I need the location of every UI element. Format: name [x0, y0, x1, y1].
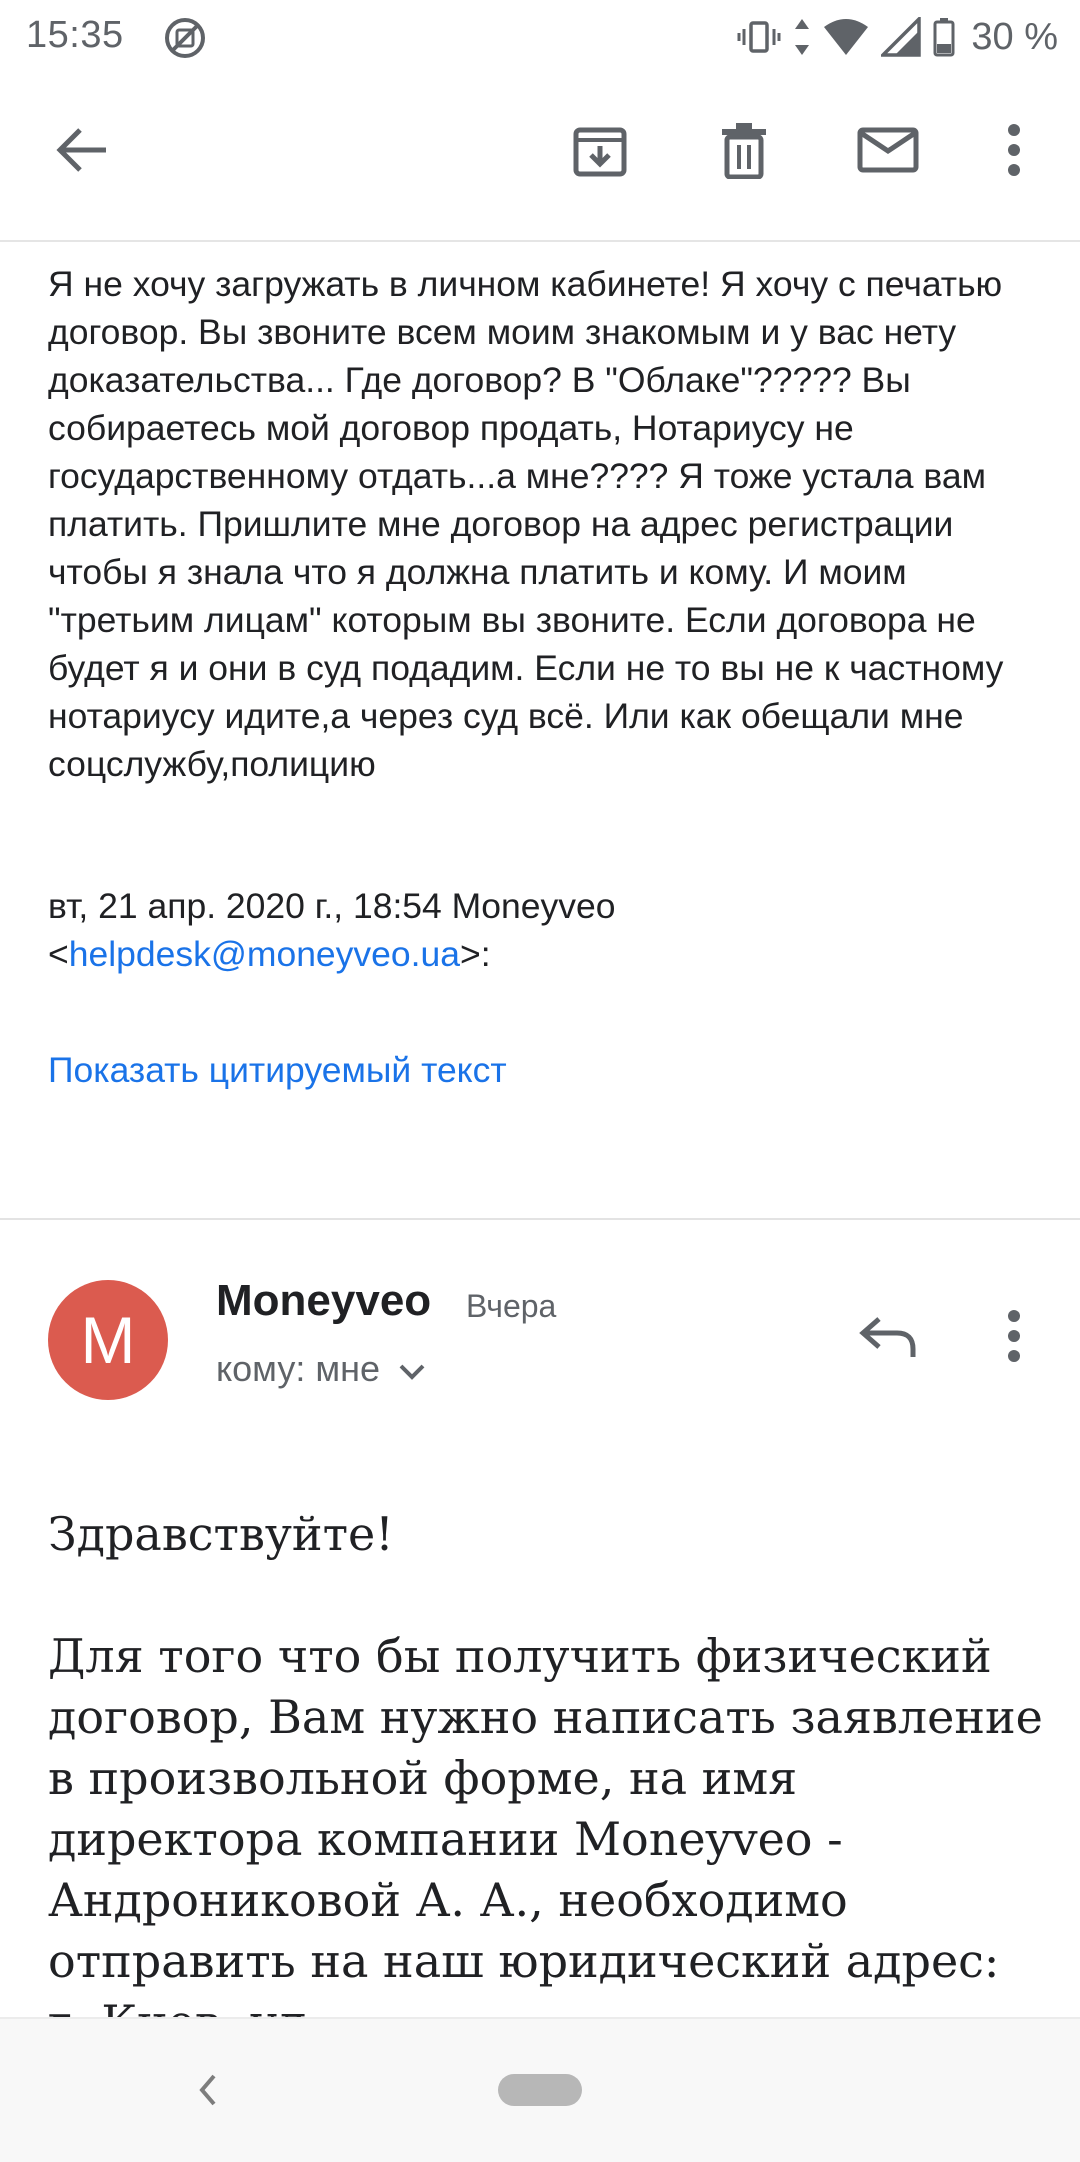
- back-arrow-icon: [54, 126, 110, 179]
- do-not-disturb-icon: [163, 16, 207, 60]
- quote-header: вт, 21 апр. 2020 г., 18:54 Moneyveo <hel…: [48, 882, 1038, 978]
- message-body: Здравствуйте! Для того что бы получить ф…: [48, 1504, 1048, 2017]
- delete-icon: [720, 121, 768, 184]
- previous-message-body: Я не хочу загружать в личном кабинете! Я…: [48, 264, 1004, 784]
- app-bar: [0, 74, 1080, 242]
- message-more-options-button[interactable]: [974, 1298, 1054, 1378]
- wifi-icon: [823, 17, 869, 57]
- sender-name: Moneyveo: [216, 1276, 432, 1325]
- message-thread[interactable]: Я не хочу загружать в личном кабинете! Я…: [0, 242, 1080, 2017]
- message-paragraph: Для того что бы получить физический дого…: [48, 1629, 1043, 2017]
- recipient-label: кому: мне: [216, 1348, 380, 1389]
- system-navigation-bar: [0, 2017, 1080, 2162]
- vibrate-icon: [737, 17, 781, 57]
- nav-back-button[interactable]: [186, 2067, 230, 2117]
- delete-button[interactable]: [704, 112, 784, 192]
- recipient-details[interactable]: кому: мне: [216, 1348, 426, 1390]
- more-options-button[interactable]: [974, 112, 1054, 192]
- archive-button[interactable]: [560, 112, 640, 192]
- reply-icon: [859, 1313, 917, 1364]
- mark-unread-button[interactable]: [848, 112, 928, 192]
- battery-icon: [933, 17, 955, 57]
- archive-icon: [572, 122, 628, 183]
- more-vert-icon: [1006, 123, 1022, 181]
- chevron-down-icon: [398, 1348, 426, 1390]
- message-divider: [0, 1218, 1080, 1220]
- reply-button[interactable]: [848, 1298, 928, 1378]
- mark-unread-icon: [857, 127, 919, 178]
- helpdesk-email-link[interactable]: helpdesk@moneyveo.ua: [69, 934, 460, 974]
- status-bar: 15:35 30 %: [0, 0, 1080, 74]
- nav-back-icon: [198, 2073, 218, 2112]
- status-time: 15:35: [26, 14, 124, 56]
- message-greeting: Здравствуйте!: [48, 1507, 394, 1561]
- quote-header-date-sender: вт, 21 апр. 2020 г., 18:54 Moneyveo: [48, 886, 616, 926]
- avatar[interactable]: M: [48, 1280, 168, 1400]
- quote-email-close: >:: [460, 934, 491, 974]
- show-quoted-text-link[interactable]: Показать цитируемый текст: [48, 1050, 507, 1091]
- cell-signal-icon: [881, 17, 922, 57]
- data-arrows-icon: [793, 17, 811, 57]
- nav-home-pill[interactable]: [498, 2074, 582, 2106]
- battery-percent: 30 %: [971, 15, 1058, 58]
- quote-email-open: <: [48, 934, 69, 974]
- message-date: Вчера: [466, 1288, 557, 1324]
- more-vert-icon: [1006, 1309, 1022, 1367]
- back-button[interactable]: [42, 112, 122, 192]
